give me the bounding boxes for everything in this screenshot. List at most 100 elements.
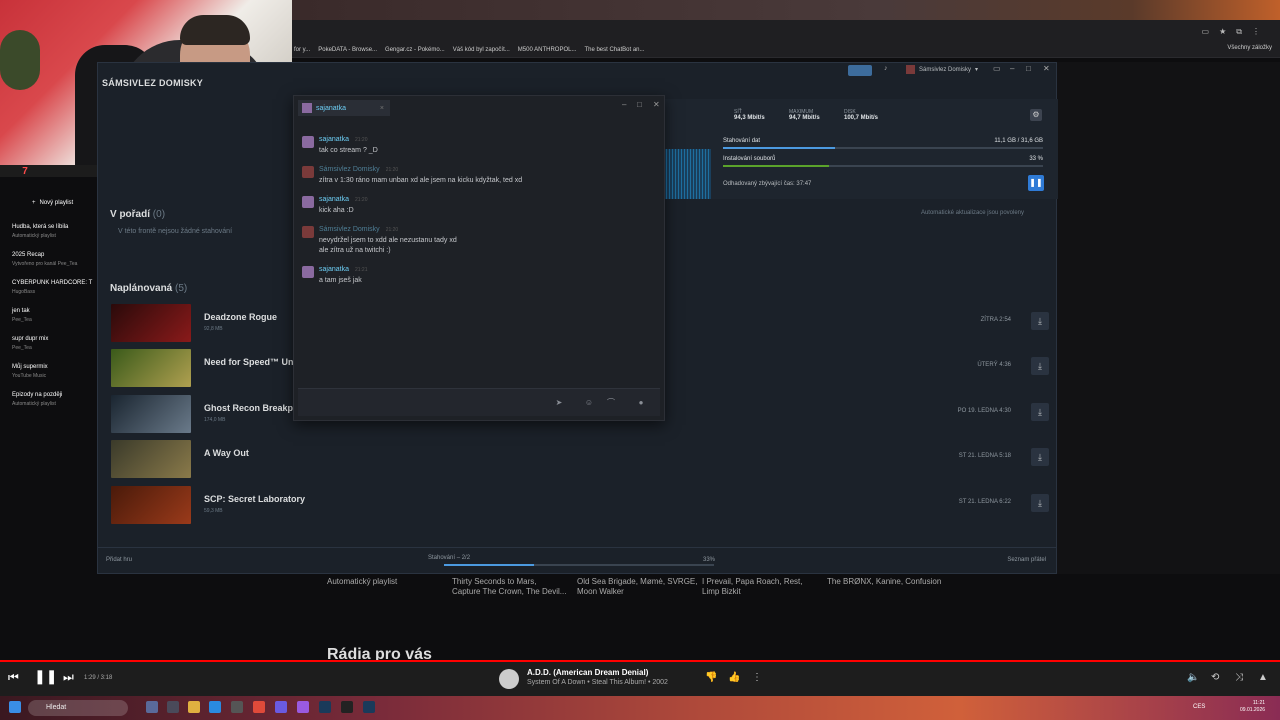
extensions-icon[interactable]: ⧉ (1236, 27, 1242, 37)
menu-icon[interactable]: ⋮ (1252, 27, 1260, 37)
discord-icon[interactable] (275, 701, 287, 713)
bookmark[interactable]: for y... (294, 47, 310, 53)
close-icon[interactable]: × (380, 105, 384, 112)
star-icon[interactable]: ★ (1219, 27, 1226, 37)
attach-icon[interactable]: ⌒ (604, 396, 618, 410)
screen-icon[interactable]: ▭ (993, 64, 1001, 73)
bookmark[interactable]: Váš kód byl započít... (453, 47, 510, 53)
windows-taskbar: Hledat CES 11:21 09.01.2026 (0, 696, 1280, 720)
planned-count: (5) (175, 283, 188, 294)
playlist-sub: Automatický playlist (12, 233, 56, 239)
taskbar-search[interactable]: Hledat (28, 700, 128, 716)
track-subtitle[interactable]: System Of A Down • Steal This Album! • 2… (527, 679, 668, 686)
avatar (906, 65, 915, 74)
like-icon[interactable]: 👍 (728, 672, 740, 683)
message-author[interactable]: sajanatka 21:20 (319, 196, 367, 203)
card-line: Limp Bizkit (702, 587, 741, 596)
playlist-item[interactable]: 2025 Recap Vytvořeno pro kanál Pee_Tea (12, 251, 100, 269)
card-subtitle[interactable]: Automatický playlist (327, 577, 397, 587)
repeat-icon[interactable]: ⟲ (1211, 672, 1219, 683)
next-icon[interactable]: ⏭ (63, 670, 74, 685)
app-icon[interactable] (231, 701, 243, 713)
card-subtitle[interactable]: I Prevail, Papa Roach, Rest, Limp Bizkit (702, 577, 803, 597)
gear-icon[interactable]: ⚙ (1030, 109, 1042, 121)
chat-input[interactable]: ➤ ☺ ⌒ ● (298, 388, 660, 416)
send-icon[interactable]: ➤ (552, 396, 566, 410)
bookmark[interactable]: PokeDATA - Browse... (318, 47, 377, 53)
disk-stat: DISK 100,7 Mbit/s (844, 109, 878, 121)
announcements-button[interactable] (848, 65, 872, 76)
bell-icon[interactable]: ♪ (884, 65, 888, 72)
volume-icon[interactable]: 🔈 (1187, 672, 1199, 683)
playlist-item[interactable]: CYBERPUNK HARDCORE: T HugoBass (12, 279, 100, 297)
dislike-icon[interactable]: 👎 (705, 672, 717, 683)
chat-tab[interactable]: sajanatka × (298, 100, 390, 116)
stat-value: 94,3 Mbit/s (734, 115, 765, 121)
expand-icon[interactable]: ▲ (1258, 672, 1268, 683)
cast-icon[interactable]: ▭ (1202, 27, 1210, 37)
playlist-item[interactable]: jen tak Pee_Tea (12, 307, 100, 325)
user-menu[interactable]: Sámsivlez Domisky ▾ (906, 65, 978, 74)
close-icon[interactable]: ✕ (653, 100, 660, 109)
shuffle-icon[interactable]: ⤨ (1235, 672, 1243, 683)
previous-icon[interactable]: ⏮ (8, 670, 19, 685)
bookmarks-bar: for y... PokeDATA - Browse... Gengar.cz … (292, 42, 1280, 58)
stat-value: 100,7 Mbit/s (844, 115, 879, 121)
close-icon[interactable]: ✕ (1043, 64, 1050, 73)
friends-list-button[interactable]: Seznam přátel (1007, 557, 1046, 563)
pause-download-button[interactable]: ❚❚ (1028, 175, 1044, 191)
clock[interactable]: 11:21 09.01.2026 (1240, 700, 1265, 714)
message-author[interactable]: sajanatka 21:21 (319, 266, 367, 273)
queue-empty-text: V této frontě nejsou žádné stahování (118, 228, 233, 235)
emoji-icon[interactable]: ☺ (582, 396, 596, 410)
card-subtitle[interactable]: Thirty Seconds to Mars, Capture The Crown… (452, 577, 566, 597)
playlist-item[interactable]: Hudba, která se líbila Automatický playli… (12, 223, 100, 241)
all-bookmarks[interactable]: Všechny záložky (1227, 45, 1272, 51)
obs-icon[interactable] (341, 701, 353, 713)
minimize-icon[interactable]: – (622, 100, 626, 109)
minimize-icon[interactable]: – (1010, 64, 1014, 73)
footer-download-status[interactable]: Stahování – 2/2 (428, 555, 470, 561)
voice-icon[interactable]: ● (634, 396, 648, 410)
game-name: A Way Out (204, 448, 249, 458)
track-title[interactable]: A.D.D. (American Dream Denial) (527, 668, 648, 677)
chrome-icon[interactable] (253, 701, 265, 713)
game-thumbnail (111, 395, 191, 433)
steam-icon[interactable] (319, 701, 331, 713)
pause-icon[interactable]: ❚❚ (34, 668, 57, 685)
playlist-item[interactable]: supr dupr mix Pee_Tea (12, 335, 100, 353)
maximize-icon[interactable]: □ (1026, 64, 1031, 73)
language-indicator[interactable]: CES (1193, 704, 1205, 710)
message-author[interactable]: sajanatka 21:20 (319, 136, 367, 143)
new-playlist-button[interactable]: + Nový playlist (22, 195, 96, 211)
message-author[interactable]: Sámsivlez Domisky 21:20 (319, 226, 398, 233)
install-label: Instalování souborů (723, 156, 776, 162)
steam-icon[interactable] (363, 701, 375, 713)
playlist-item[interactable]: Epizody na později Automatický playlist (12, 391, 100, 409)
game-row[interactable]: A Way Out ST 21. LEDNA 5:18 ⤓ (111, 440, 1049, 478)
card-subtitle[interactable]: Old Sea Brigade, Mømė, SVRGE, Moon Walker (577, 577, 698, 597)
playlist-item[interactable]: Můj supermix YouTube Music (12, 363, 100, 381)
app-icon[interactable] (167, 701, 179, 713)
bookmark[interactable]: Gengar.cz - Pokémo... (385, 47, 445, 53)
add-game-button[interactable]: Přidat hru (106, 557, 132, 563)
album-art[interactable] (499, 669, 519, 689)
download-icon[interactable]: ⤓ (1031, 357, 1049, 375)
download-icon[interactable]: ⤓ (1031, 403, 1049, 421)
message-text: a tam jseš jak (319, 277, 362, 284)
start-icon[interactable] (9, 701, 21, 713)
download-icon[interactable]: ⤓ (1031, 312, 1049, 330)
edge-icon[interactable] (209, 701, 221, 713)
card-subtitle[interactable]: The BRØNX, Kanine, Confusion (827, 577, 941, 587)
maximize-icon[interactable]: □ (637, 100, 642, 109)
explorer-icon[interactable] (188, 701, 200, 713)
twitch-icon[interactable] (297, 701, 309, 713)
message-author[interactable]: Sámsivlez Domisky 21:20 (319, 166, 398, 173)
download-icon[interactable]: ⤓ (1031, 494, 1049, 512)
bookmark[interactable]: The best ChatBot an... (584, 47, 644, 53)
task-view-icon[interactable] (146, 701, 158, 713)
download-icon[interactable]: ⤓ (1031, 448, 1049, 466)
more-icon[interactable]: ⋮ (752, 672, 762, 683)
bookmark[interactable]: M500 ANTHROPOL... (518, 47, 577, 53)
game-row[interactable]: SCP: Secret Laboratory 59,3 MB ST 21. LE… (111, 486, 1049, 524)
